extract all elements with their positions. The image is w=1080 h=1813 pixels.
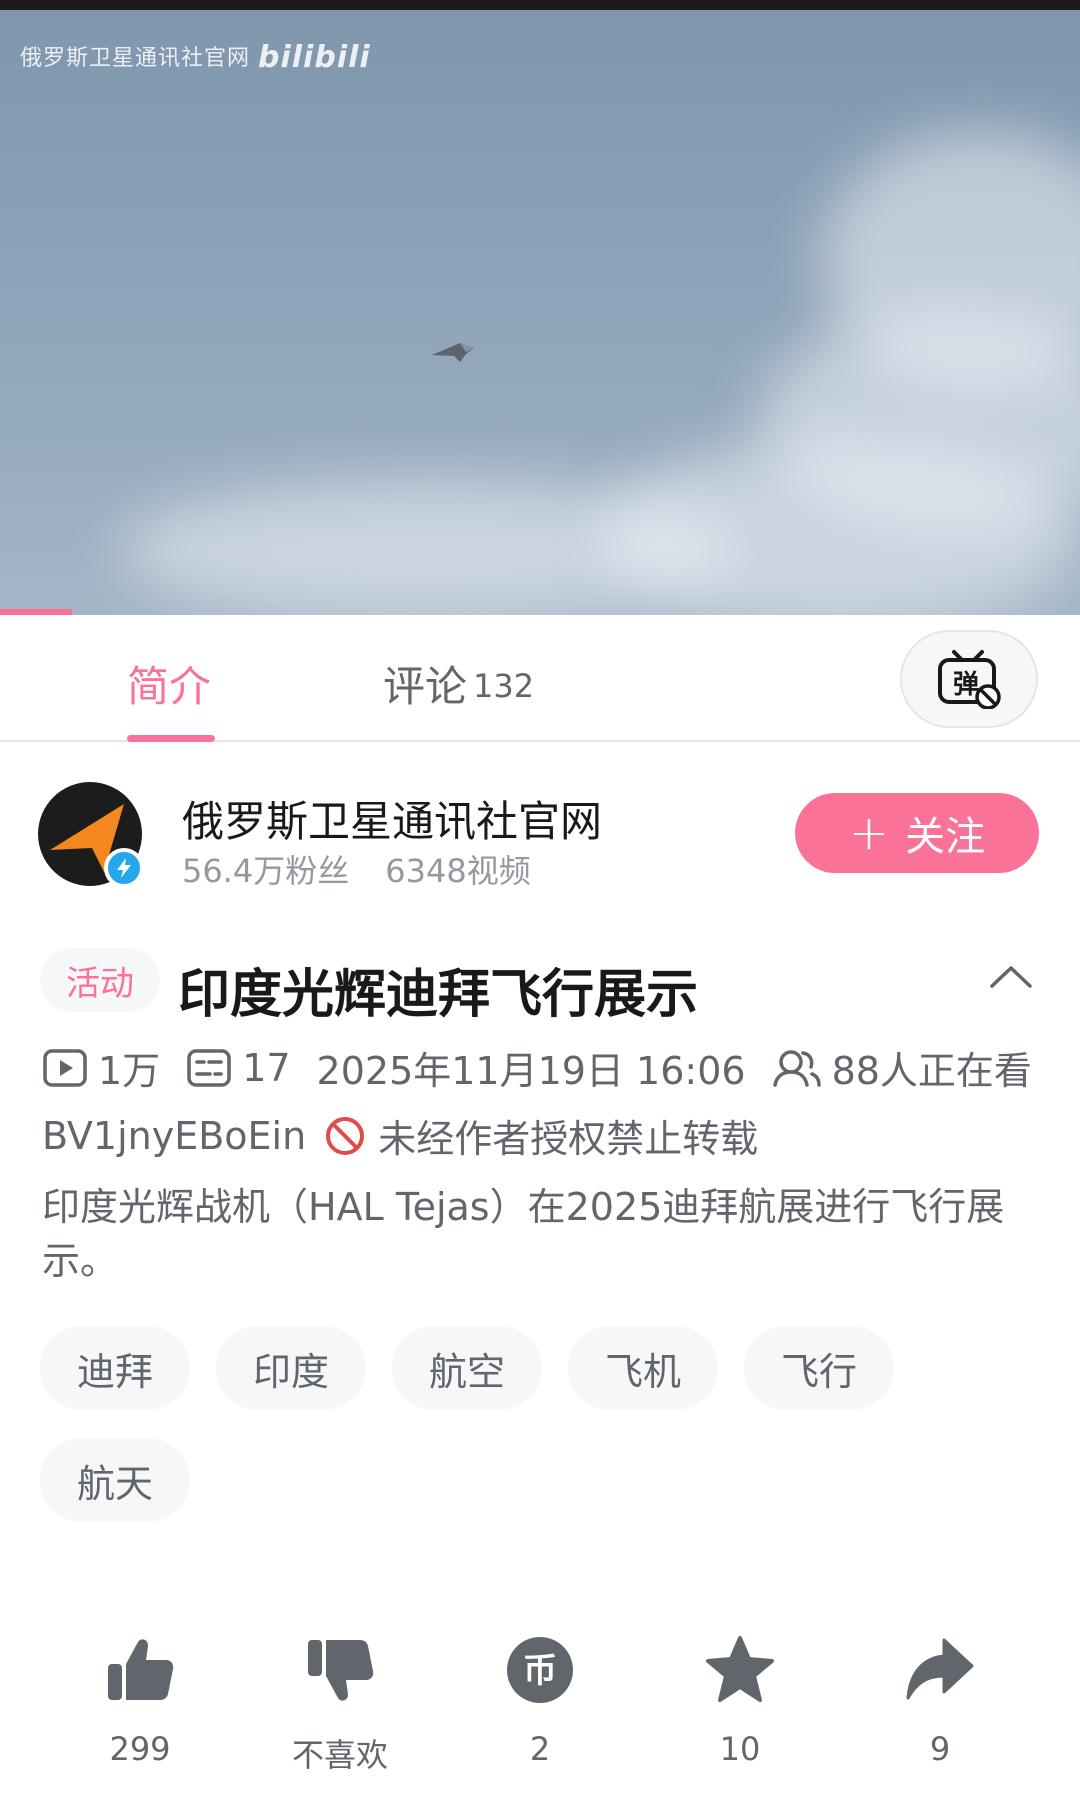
share-icon <box>906 1638 974 1700</box>
coin-count: 2 <box>529 1730 551 1768</box>
action-bar: 299 不喜欢 币 2 10 9 <box>40 1630 1040 1780</box>
like-count: 299 <box>109 1730 171 1768</box>
video-player[interactable]: 俄罗斯卫星通讯社官网 bilibili <box>0 0 1080 615</box>
view-count: 1万 <box>42 1040 160 1095</box>
coin-button[interactable]: 币 2 <box>440 1630 640 1780</box>
tag-chip[interactable]: 飞行 <box>744 1326 894 1410</box>
verified-badge <box>104 848 144 888</box>
lightning-icon <box>117 858 131 878</box>
tab-intro-label: 简介 <box>127 662 212 711</box>
share-count: 9 <box>929 1730 951 1768</box>
video-meta: 1万 17 2025年11月19日 16:06 88人正在看 <box>42 1040 1058 1095</box>
publish-time-text: 2025年11月19日 16:06 <box>316 1049 746 1093</box>
uploader-stats: 56.4万粉丝 6348视频 <box>182 846 531 892</box>
tag-chip[interactable]: 迪拜 <box>40 1326 190 1410</box>
coin-glyph: 币 <box>523 1651 557 1691</box>
dislike-label: 不喜欢 <box>291 1736 388 1774</box>
coin-icon: 币 <box>507 1637 573 1703</box>
bvid[interactable]: BV1jnyEBoEin <box>42 1114 306 1158</box>
uploader-avatar[interactable] <box>38 782 144 888</box>
dislike-button[interactable]: 不喜欢 <box>240 1630 440 1780</box>
watching-now: 88人正在看 <box>772 1040 1032 1095</box>
danmaku-glyph: 弹 <box>953 670 979 700</box>
viewers-icon <box>772 1049 821 1087</box>
active-tab-indicator <box>127 735 215 742</box>
tab-comments[interactable]: 评论 132 <box>383 653 534 714</box>
favorite-count: 10 <box>719 1730 761 1768</box>
uploader-name[interactable]: 俄罗斯卫星通讯社官网 <box>182 788 602 849</box>
no-repost-icon <box>326 1116 365 1155</box>
repost-notice-text: 未经作者授权禁止转载 <box>378 1117 759 1161</box>
follow-label: 关注 <box>905 814 986 860</box>
favorite-button[interactable]: 10 <box>640 1630 840 1780</box>
video-count: 6348视频 <box>385 852 531 890</box>
watching-text: 88人正在看 <box>831 1049 1032 1093</box>
chevron-up-icon[interactable] <box>988 962 1034 990</box>
play-count-icon <box>43 1048 87 1087</box>
plus-icon: + <box>848 805 890 861</box>
danmaku-count: 17 <box>186 1045 291 1090</box>
tag-chip[interactable]: 航空 <box>392 1326 542 1410</box>
danmaku-off-icon: 弹 <box>938 650 1001 709</box>
activity-badge[interactable]: 活动 <box>40 948 160 1012</box>
danmaku-count-icon <box>187 1048 231 1087</box>
danmaku-toggle-button[interactable]: 弹 <box>900 630 1038 728</box>
thumbs-up-icon <box>108 1639 174 1700</box>
repost-notice: 未经作者授权禁止转载 <box>324 1108 758 1163</box>
tab-bar: 简介 评论 132 弹 <box>0 615 1080 742</box>
share-button[interactable]: 9 <box>840 1630 1040 1780</box>
like-button[interactable]: 299 <box>40 1630 240 1780</box>
tab-intro[interactable]: 简介 <box>127 653 211 714</box>
thumbs-down-icon <box>308 1640 374 1701</box>
tag-list: 迪拜 印度 航空 飞机 飞行 航天 <box>40 1326 1050 1522</box>
danmaku-count-text: 17 <box>242 1045 291 1090</box>
cloud <box>600 440 1080 615</box>
fans-count: 56.4万粉丝 <box>182 852 350 890</box>
video-description: 印度光辉战机（HAL Tejas）在2025迪拜航展进行飞行展示。 <box>42 1185 1005 1283</box>
tag-chip[interactable]: 印度 <box>216 1326 366 1410</box>
comment-count: 132 <box>473 667 535 705</box>
bilibili-logo: bilibili <box>258 40 371 75</box>
video-id-row: BV1jnyEBoEin 未经作者授权禁止转载 <box>42 1108 758 1163</box>
star-icon <box>706 1636 774 1702</box>
view-count-text: 1万 <box>98 1049 161 1093</box>
video-title: 印度光辉迪拜飞行展示 <box>178 965 699 1025</box>
tab-comments-label: 评论 <box>383 662 468 711</box>
follow-button[interactable]: + 关注 <box>795 793 1039 873</box>
watermark-text: 俄罗斯卫星通讯社官网 <box>20 46 251 71</box>
tag-chip[interactable]: 飞机 <box>568 1326 718 1410</box>
tag-chip[interactable]: 航天 <box>40 1438 190 1522</box>
channel-watermark: 俄罗斯卫星通讯社官网 bilibili <box>20 40 371 75</box>
publish-time: 2025年11月19日 16:06 <box>317 1040 746 1095</box>
fighter-jet-image <box>432 343 474 362</box>
